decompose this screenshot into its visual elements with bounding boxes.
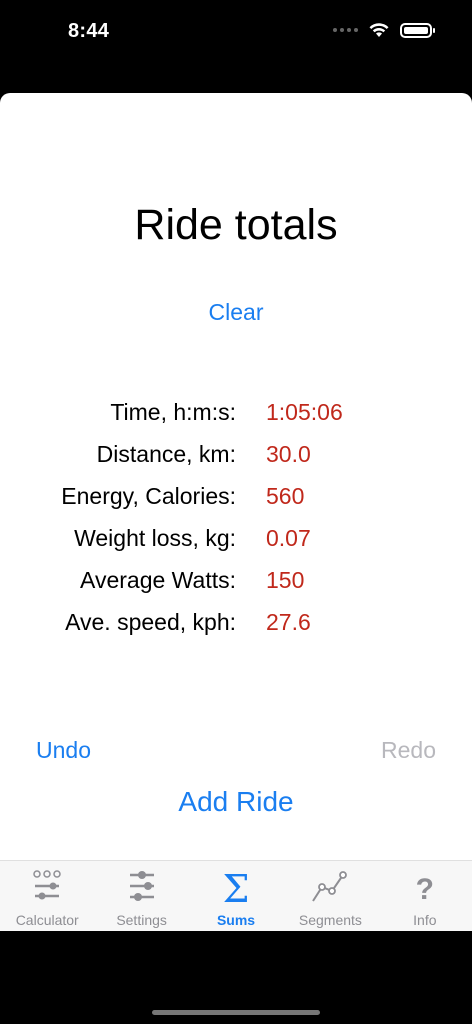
total-row-average-watts: Average Watts: 150 — [0, 561, 472, 603]
ride-totals-sheet: Ride totals Clear Time, h:m:s: 1:05:06 D… — [0, 93, 472, 931]
wifi-icon — [369, 23, 389, 37]
tab-bar: Calculator Settings Σ Sums Segments ? In… — [0, 860, 472, 931]
total-label: Weight loss, kg: — [74, 525, 236, 551]
page-title: Ride totals — [134, 201, 338, 249]
tab-label: Calculator — [15, 912, 79, 928]
home-indicator[interactable] — [152, 1010, 320, 1015]
tab-calculator[interactable]: Calculator — [0, 861, 94, 931]
redo-button[interactable]: Redo — [381, 737, 436, 764]
status-icons — [333, 22, 435, 38]
clear-button[interactable]: Clear — [0, 299, 472, 326]
tab-segments[interactable]: Segments — [283, 861, 377, 931]
total-row-average-speed: Ave. speed, kph: 27.6 — [0, 603, 472, 645]
total-label: Energy, Calories: — [61, 483, 236, 509]
tab-label: Info — [413, 912, 437, 928]
status-time: 8:44 — [68, 20, 110, 42]
total-value: 0.07 — [266, 525, 311, 551]
tab-info[interactable]: ? Info — [378, 861, 472, 931]
calculator-sliders-icon — [27, 869, 67, 905]
battery-icon — [400, 22, 435, 38]
total-value: 1:05:06 — [266, 399, 343, 425]
total-value: 27.6 — [266, 609, 311, 635]
total-row-weight-loss: Weight loss, kg: 0.07 — [0, 519, 472, 561]
tab-label: Segments — [298, 912, 362, 928]
segments-graph-icon — [310, 869, 350, 905]
tab-label: Sums — [216, 912, 256, 928]
total-value: 560 — [266, 483, 305, 509]
total-row-time: Time, h:m:s: 1:05:06 — [0, 393, 472, 435]
total-label: Time, h:m:s: — [110, 399, 236, 425]
total-value: 30.0 — [266, 441, 311, 467]
totals-list: Time, h:m:s: 1:05:06 Distance, km: 30.0 … — [0, 393, 472, 645]
total-row-distance: Distance, km: 30.0 — [0, 435, 472, 477]
status-bar: 8:44 — [0, 0, 472, 66]
tab-label: Settings — [116, 912, 167, 928]
total-label: Distance, km: — [96, 441, 236, 467]
sigma-icon: Σ — [222, 867, 250, 911]
total-value: 150 — [266, 567, 305, 593]
settings-sliders-icon — [122, 869, 162, 905]
cellular-signal-icon — [333, 28, 358, 32]
question-mark-icon: ? — [415, 873, 434, 906]
total-label: Ave. speed, kph: — [65, 609, 236, 635]
total-label: Average Watts: — [80, 567, 236, 593]
tab-settings[interactable]: Settings — [94, 861, 188, 931]
total-row-energy: Energy, Calories: 560 — [0, 477, 472, 519]
tab-sums[interactable]: Σ Sums — [189, 861, 283, 931]
undo-button[interactable]: Undo — [36, 737, 91, 764]
add-ride-button[interactable]: Add Ride — [0, 786, 472, 818]
